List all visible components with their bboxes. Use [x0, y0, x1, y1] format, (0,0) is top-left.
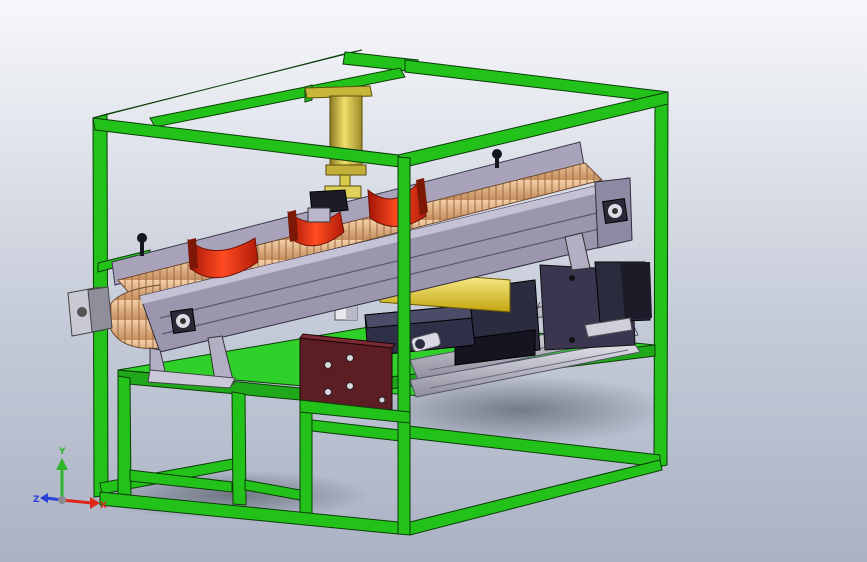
triad-z-label: Z: [33, 495, 40, 505]
triad-y-label: Y: [58, 447, 66, 457]
triad-x-label: X: [100, 501, 107, 511]
bearing-icon: [170, 308, 196, 334]
mounting-bracket: [299, 333, 396, 413]
gear-reducer: [67, 286, 113, 337]
bearing-icon: [602, 198, 628, 224]
cad-viewport[interactable]: Y X Z: [0, 0, 867, 562]
machine-model: Y X Z: [33, 49, 670, 536]
